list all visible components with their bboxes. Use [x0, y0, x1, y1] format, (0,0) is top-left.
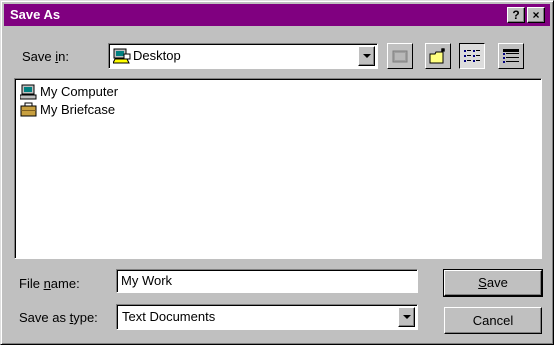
save-in-value: Desktop	[133, 48, 181, 63]
briefcase-icon	[20, 102, 37, 117]
save-as-dialog: Save As ? × Save in: Desktop My Computer…	[0, 0, 554, 345]
file-list[interactable]: My Computer My Briefcase	[14, 78, 542, 259]
save-as-type-dropdown[interactable]: Text Documents	[116, 304, 418, 330]
save-as-type-value: Text Documents	[122, 309, 216, 324]
save-as-type-dropdown-arrow[interactable]	[398, 307, 415, 327]
cancel-button-label: Cancel	[472, 313, 514, 328]
file-name-label: File name:	[19, 276, 80, 291]
file-name-text: My Briefcase	[40, 102, 116, 117]
file-name-value: My Work	[121, 273, 173, 288]
close-button[interactable]: ×	[527, 7, 545, 23]
up-one-level-icon	[392, 50, 408, 63]
computer-icon	[20, 84, 37, 100]
dialog-title: Save As	[10, 7, 61, 22]
save-button[interactable]: Save	[443, 269, 543, 297]
save-in-dropdown[interactable]: Desktop	[108, 43, 378, 69]
help-button[interactable]: ?	[507, 7, 525, 23]
file-name-input[interactable]: My Work	[116, 269, 418, 293]
new-folder-icon	[429, 48, 445, 64]
save-in-label: Save in:	[22, 49, 69, 64]
cancel-button[interactable]: Cancel	[444, 307, 542, 334]
details-view-icon	[503, 49, 519, 63]
save-button-label: Save	[478, 275, 508, 290]
list-view-button[interactable]	[459, 43, 485, 69]
file-name-text: My Computer	[40, 84, 119, 99]
list-view-icon	[464, 50, 480, 62]
desktop-icon	[113, 48, 131, 64]
new-folder-button[interactable]	[425, 43, 451, 69]
up-one-level-button[interactable]	[387, 43, 413, 69]
details-view-button[interactable]	[498, 43, 524, 69]
save-in-dropdown-arrow[interactable]	[358, 46, 375, 66]
title-bar[interactable]: Save As ? ×	[4, 4, 550, 26]
save-as-type-label: Save as type:	[19, 310, 98, 325]
